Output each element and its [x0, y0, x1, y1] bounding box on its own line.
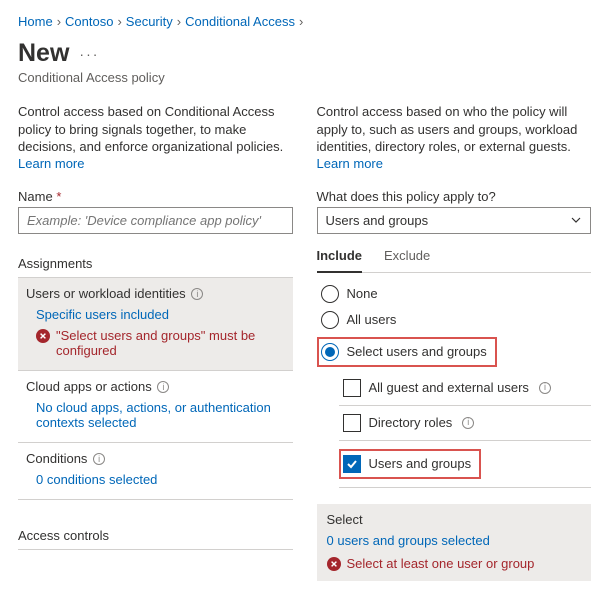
radio-none[interactable]: None: [321, 285, 592, 303]
cloud-apps-header: Cloud apps or actions: [26, 379, 152, 394]
apply-to-label: What does this policy apply to?: [317, 189, 592, 204]
divider: [339, 405, 592, 406]
chevron-down-icon: [570, 214, 582, 226]
select-panel-link[interactable]: 0 users and groups selected: [327, 533, 490, 548]
left-description: Control access based on Conditional Acce…: [18, 103, 293, 156]
left-column: Control access based on Conditional Acce…: [18, 103, 293, 581]
divider: [339, 487, 592, 488]
breadcrumb-conditional-access[interactable]: Conditional Access: [185, 14, 295, 29]
radio-all-users[interactable]: All users: [321, 311, 592, 329]
breadcrumb-contoso[interactable]: Contoso: [65, 14, 113, 29]
breadcrumb: Home › Contoso › Security › Conditional …: [18, 14, 591, 29]
learn-more-link-right[interactable]: Learn more: [317, 156, 383, 171]
users-wi-header: Users or workload identities: [26, 286, 186, 301]
users-wi-link[interactable]: Specific users included: [36, 307, 169, 322]
apply-to-select[interactable]: Users and groups: [317, 207, 592, 234]
highlight-users-and-groups: Users and groups: [339, 449, 482, 479]
info-icon[interactable]: i: [93, 453, 105, 465]
breadcrumb-security[interactable]: Security: [126, 14, 173, 29]
chevron-right-icon: ›: [117, 14, 121, 29]
page-title: New: [18, 39, 69, 68]
error-icon: [36, 329, 50, 343]
select-panel: Select 0 users and groups selected Selec…: [317, 504, 592, 581]
include-exclude-tabs: Include Exclude: [317, 244, 592, 273]
more-actions-button[interactable]: ···: [79, 46, 99, 62]
right-column: Control access based on who the policy w…: [317, 103, 592, 581]
access-controls-heading: Access controls: [18, 520, 293, 550]
highlight-select-users-groups: Select users and groups: [317, 337, 497, 367]
select-panel-label: Select: [327, 512, 582, 527]
radio-select-users-groups[interactable]: Select users and groups: [321, 343, 487, 361]
checkbox-icon: [343, 414, 361, 432]
info-icon[interactable]: i: [191, 288, 203, 300]
cloud-apps-link[interactable]: No cloud apps, actions, or authenticatio…: [36, 400, 271, 430]
breadcrumb-home[interactable]: Home: [18, 14, 53, 29]
info-icon[interactable]: i: [539, 382, 551, 394]
check-guest-external[interactable]: All guest and external users i: [343, 379, 592, 397]
apply-to-value: Users and groups: [326, 213, 429, 228]
checkbox-icon: [343, 379, 361, 397]
checkbox-icon: [343, 455, 361, 473]
radio-icon: [321, 285, 339, 303]
select-panel-error: Select at least one user or group: [327, 556, 582, 571]
cloud-apps-section[interactable]: Cloud apps or actions i No cloud apps, a…: [18, 371, 293, 443]
conditions-link[interactable]: 0 conditions selected: [36, 472, 157, 487]
check-directory-roles[interactable]: Directory roles i: [343, 414, 592, 432]
conditions-header: Conditions: [26, 451, 87, 466]
chevron-right-icon: ›: [299, 14, 303, 29]
conditions-section[interactable]: Conditions i 0 conditions selected: [18, 443, 293, 500]
page-subtitle: Conditional Access policy: [18, 70, 591, 85]
info-icon[interactable]: i: [157, 381, 169, 393]
chevron-right-icon: ›: [57, 14, 61, 29]
info-icon[interactable]: i: [462, 417, 474, 429]
divider: [339, 440, 592, 441]
learn-more-link-left[interactable]: Learn more: [18, 156, 84, 171]
tab-exclude[interactable]: Exclude: [384, 244, 430, 272]
users-workload-identities-section[interactable]: Users or workload identities i Specific …: [18, 278, 293, 371]
name-label: Name *: [18, 189, 293, 204]
radio-icon: [321, 343, 339, 361]
right-description: Control access based on who the policy w…: [317, 103, 592, 156]
users-wi-error: "Select users and groups" must be config…: [36, 328, 285, 358]
assignments-heading: Assignments: [18, 248, 293, 278]
tab-include[interactable]: Include: [317, 244, 363, 273]
check-users-and-groups[interactable]: Users and groups: [343, 455, 472, 473]
error-icon: [327, 557, 341, 571]
chevron-right-icon: ›: [177, 14, 181, 29]
radio-icon: [321, 311, 339, 329]
name-input[interactable]: [18, 207, 293, 234]
